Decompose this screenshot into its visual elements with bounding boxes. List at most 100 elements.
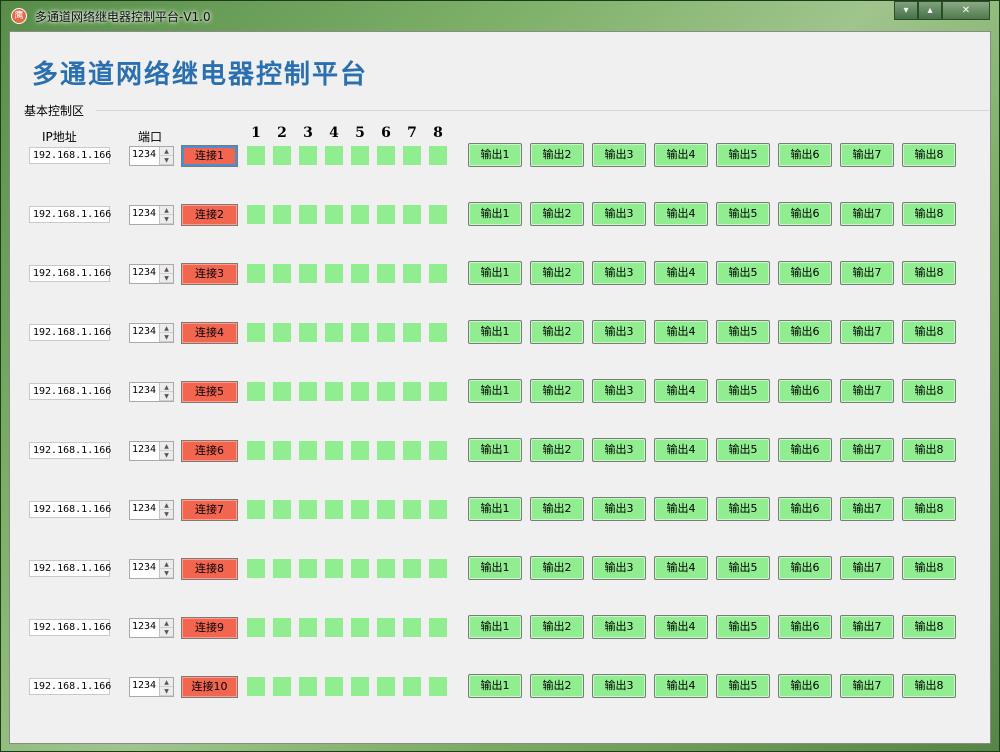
output-button-3[interactable]: 输出3 bbox=[592, 379, 646, 403]
connect-button[interactable]: 连接5 bbox=[181, 381, 238, 403]
port-spinbox[interactable]: 1234 ▲ ▼ bbox=[129, 618, 174, 638]
port-spinbox[interactable]: 1234 ▲ ▼ bbox=[129, 205, 174, 225]
output-button-1[interactable]: 输出1 bbox=[468, 674, 522, 698]
output-button-3[interactable]: 输出3 bbox=[592, 143, 646, 167]
output-button-1[interactable]: 输出1 bbox=[468, 320, 522, 344]
output-button-8[interactable]: 输出8 bbox=[902, 556, 956, 580]
port-spinbox[interactable]: 1234 ▲ ▼ bbox=[129, 677, 174, 697]
output-button-2[interactable]: 输出2 bbox=[530, 143, 584, 167]
port-spinbox[interactable]: 1234 ▲ ▼ bbox=[129, 323, 174, 343]
spin-up-icon[interactable]: ▲ bbox=[160, 206, 173, 215]
output-button-4[interactable]: 输出4 bbox=[654, 202, 708, 226]
output-button-8[interactable]: 输出8 bbox=[902, 379, 956, 403]
spin-down-icon[interactable]: ▼ bbox=[160, 274, 173, 283]
spin-down-icon[interactable]: ▼ bbox=[160, 569, 173, 578]
output-button-7[interactable]: 输出7 bbox=[840, 379, 894, 403]
output-button-8[interactable]: 输出8 bbox=[902, 674, 956, 698]
spin-down-icon[interactable]: ▼ bbox=[160, 156, 173, 165]
spin-up-icon[interactable]: ▲ bbox=[160, 383, 173, 392]
spin-up-icon[interactable]: ▲ bbox=[160, 678, 173, 687]
output-button-2[interactable]: 输出2 bbox=[530, 674, 584, 698]
output-button-1[interactable]: 输出1 bbox=[468, 202, 522, 226]
ip-address-input[interactable]: 192.168.1.166 bbox=[29, 560, 111, 577]
output-button-5[interactable]: 输出5 bbox=[716, 674, 770, 698]
output-button-6[interactable]: 输出6 bbox=[778, 143, 832, 167]
spin-down-icon[interactable]: ▼ bbox=[160, 451, 173, 460]
close-button[interactable]: ✕ bbox=[942, 1, 990, 20]
output-button-6[interactable]: 输出6 bbox=[778, 615, 832, 639]
output-button-5[interactable]: 输出5 bbox=[716, 615, 770, 639]
port-spinbox[interactable]: 1234 ▲ ▼ bbox=[129, 146, 174, 166]
output-button-7[interactable]: 输出7 bbox=[840, 143, 894, 167]
output-button-8[interactable]: 输出8 bbox=[902, 261, 956, 285]
output-button-5[interactable]: 输出5 bbox=[716, 438, 770, 462]
spin-up-icon[interactable]: ▲ bbox=[160, 619, 173, 628]
output-button-7[interactable]: 输出7 bbox=[840, 320, 894, 344]
spin-up-icon[interactable]: ▲ bbox=[160, 442, 173, 451]
output-button-3[interactable]: 输出3 bbox=[592, 556, 646, 580]
output-button-4[interactable]: 输出4 bbox=[654, 379, 708, 403]
output-button-7[interactable]: 输出7 bbox=[840, 556, 894, 580]
output-button-3[interactable]: 输出3 bbox=[592, 202, 646, 226]
output-button-2[interactable]: 输出2 bbox=[530, 556, 584, 580]
output-button-3[interactable]: 输出3 bbox=[592, 674, 646, 698]
connect-button[interactable]: 连接4 bbox=[181, 322, 238, 344]
output-button-3[interactable]: 输出3 bbox=[592, 497, 646, 521]
output-button-7[interactable]: 输出7 bbox=[840, 438, 894, 462]
output-button-7[interactable]: 输出7 bbox=[840, 674, 894, 698]
output-button-5[interactable]: 输出5 bbox=[716, 379, 770, 403]
maximize-button[interactable]: ▴ bbox=[918, 1, 942, 20]
output-button-4[interactable]: 输出4 bbox=[654, 497, 708, 521]
output-button-2[interactable]: 输出2 bbox=[530, 202, 584, 226]
output-button-7[interactable]: 输出7 bbox=[840, 497, 894, 521]
output-button-3[interactable]: 输出3 bbox=[592, 261, 646, 285]
spin-down-icon[interactable]: ▼ bbox=[160, 510, 173, 519]
connect-button[interactable]: 连接3 bbox=[181, 263, 238, 285]
output-button-4[interactable]: 输出4 bbox=[654, 615, 708, 639]
output-button-8[interactable]: 输出8 bbox=[902, 143, 956, 167]
output-button-4[interactable]: 输出4 bbox=[654, 556, 708, 580]
title-bar[interactable]: 鹰 多通道网络继电器控制平台-V1.0 ▾ ▴ ✕ bbox=[1, 1, 999, 31]
output-button-5[interactable]: 输出5 bbox=[716, 556, 770, 580]
ip-address-input[interactable]: 192.168.1.166 bbox=[29, 324, 111, 341]
output-button-1[interactable]: 输出1 bbox=[468, 615, 522, 639]
connect-button[interactable]: 连接7 bbox=[181, 499, 238, 521]
output-button-6[interactable]: 输出6 bbox=[778, 379, 832, 403]
spin-up-icon[interactable]: ▲ bbox=[160, 147, 173, 156]
output-button-1[interactable]: 输出1 bbox=[468, 497, 522, 521]
output-button-5[interactable]: 输出5 bbox=[716, 497, 770, 521]
port-spinbox[interactable]: 1234 ▲ ▼ bbox=[129, 264, 174, 284]
output-button-5[interactable]: 输出5 bbox=[716, 320, 770, 344]
output-button-6[interactable]: 输出6 bbox=[778, 674, 832, 698]
output-button-7[interactable]: 输出7 bbox=[840, 615, 894, 639]
output-button-8[interactable]: 输出8 bbox=[902, 438, 956, 462]
output-button-4[interactable]: 输出4 bbox=[654, 320, 708, 344]
output-button-8[interactable]: 输出8 bbox=[902, 497, 956, 521]
ip-address-input[interactable]: 192.168.1.166 bbox=[29, 206, 111, 223]
connect-button[interactable]: 连接2 bbox=[181, 204, 238, 226]
port-spinbox[interactable]: 1234 ▲ ▼ bbox=[129, 500, 174, 520]
output-button-5[interactable]: 输出5 bbox=[716, 143, 770, 167]
output-button-3[interactable]: 输出3 bbox=[592, 438, 646, 462]
output-button-1[interactable]: 输出1 bbox=[468, 556, 522, 580]
output-button-4[interactable]: 输出4 bbox=[654, 261, 708, 285]
output-button-7[interactable]: 输出7 bbox=[840, 202, 894, 226]
output-button-6[interactable]: 输出6 bbox=[778, 556, 832, 580]
output-button-6[interactable]: 输出6 bbox=[778, 320, 832, 344]
spin-up-icon[interactable]: ▲ bbox=[160, 560, 173, 569]
spin-down-icon[interactable]: ▼ bbox=[160, 333, 173, 342]
output-button-2[interactable]: 输出2 bbox=[530, 261, 584, 285]
minimize-button[interactable]: ▾ bbox=[894, 1, 918, 20]
spin-down-icon[interactable]: ▼ bbox=[160, 215, 173, 224]
port-spinbox[interactable]: 1234 ▲ ▼ bbox=[129, 382, 174, 402]
output-button-2[interactable]: 输出2 bbox=[530, 320, 584, 344]
connect-button[interactable]: 连接10 bbox=[181, 676, 238, 698]
output-button-2[interactable]: 输出2 bbox=[530, 438, 584, 462]
output-button-2[interactable]: 输出2 bbox=[530, 497, 584, 521]
output-button-7[interactable]: 输出7 bbox=[840, 261, 894, 285]
output-button-6[interactable]: 输出6 bbox=[778, 438, 832, 462]
port-spinbox[interactable]: 1234 ▲ ▼ bbox=[129, 559, 174, 579]
ip-address-input[interactable]: 192.168.1.166 bbox=[29, 147, 111, 164]
connect-button[interactable]: 连接6 bbox=[181, 440, 238, 462]
connect-button[interactable]: 连接8 bbox=[181, 558, 238, 580]
